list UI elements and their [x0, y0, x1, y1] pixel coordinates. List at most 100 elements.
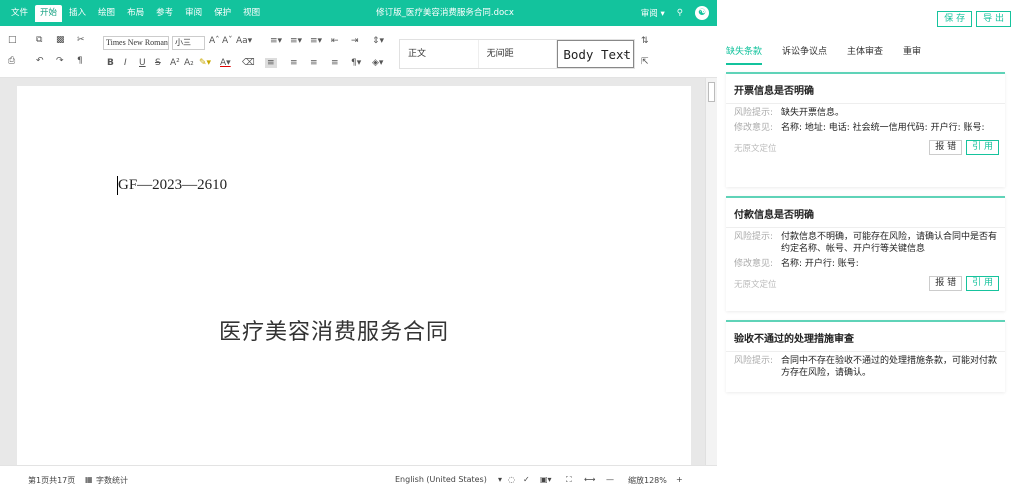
redo-icon[interactable]: ↷	[56, 56, 64, 66]
shrink-font-icon[interactable]: Aˇ	[222, 36, 233, 46]
shading-icon[interactable]: ◈▾	[372, 58, 383, 68]
bullet-list-icon[interactable]: ≡▾	[270, 36, 282, 46]
zoom-level[interactable]: 缩放128%	[628, 475, 667, 486]
tab-party-review[interactable]: 主体审查	[847, 44, 883, 65]
language-select[interactable]: English (United States)	[395, 475, 487, 484]
font-name-select[interactable]: Times New Roman	[103, 36, 169, 50]
font-size-select[interactable]: 小三	[172, 36, 205, 50]
document-page[interactable]	[17, 86, 691, 468]
location-hint: 无原文定位	[734, 280, 777, 290]
review-card: 验收不通过的处理措施审查 风险提示: 合同中不存在验收不通过的处理措施条款，可能…	[726, 320, 1005, 392]
title-bar: 文件 开始 插入 绘图 布局 参考 审阅 保护 视图 修订版_医疗美容消费服务合…	[0, 0, 717, 26]
suggestion-row: 修改意见: 名称: 地址: 电话: 社会统一信用代码: 开户行: 账号:	[726, 119, 1005, 134]
style-gallery-expand-icon[interactable]: ⌄	[616, 40, 635, 68]
clear-format-icon[interactable]: ⌫	[242, 58, 255, 68]
vertical-scrollbar[interactable]	[705, 78, 717, 465]
strikethrough-icon[interactable]: S	[155, 58, 161, 68]
align-right-icon[interactable]: ≡	[310, 58, 318, 68]
menu-view[interactable]: 视图	[238, 5, 265, 22]
subscript-icon[interactable]: A₂	[184, 58, 194, 68]
cite-button[interactable]: 引 用	[966, 140, 999, 155]
paragraph-mark-icon[interactable]: ¶▾	[351, 58, 361, 68]
align-center-icon[interactable]: ≡	[290, 58, 298, 68]
review-panel: 保 存 导 出 缺失条款 诉讼争议点 主体审查 重审 开票信息是否明确 风险提示…	[718, 0, 1027, 504]
contract-number[interactable]: GF—2023—2610	[118, 177, 227, 194]
risk-text: 缺失开票信息。	[781, 108, 845, 118]
undo-icon[interactable]: ↶	[36, 56, 44, 66]
menu-draw[interactable]: 绘图	[93, 5, 120, 22]
zoom-out-icon[interactable]: —	[606, 475, 614, 484]
language-dropdown-icon[interactable]: ▾	[498, 475, 502, 484]
menu-insert[interactable]: 插入	[64, 5, 91, 22]
suggestion-label: 修改意见:	[734, 259, 774, 269]
user-avatar-icon[interactable]: ☯	[695, 6, 709, 20]
decrease-indent-icon[interactable]: ⇤	[331, 36, 339, 46]
menu-home[interactable]: 开始	[35, 4, 63, 22]
risk-label: 风险提示:	[734, 108, 774, 118]
menu-layout[interactable]: 布局	[122, 5, 149, 22]
suggestion-text: 名称: 地址: 电话: 社会统一信用代码: 开户行: 账号:	[781, 123, 985, 133]
menu-review[interactable]: 审阅	[180, 5, 207, 22]
review-mode-button[interactable]: 审阅 ▾	[641, 7, 665, 19]
suggestion-row: 修改意见: 名称: 开户行: 账号:	[726, 255, 1005, 270]
menu-protect[interactable]: 保护	[209, 5, 236, 22]
cut-icon[interactable]: ✂	[77, 35, 85, 45]
paste-icon[interactable]: ▩	[56, 35, 65, 45]
save-icon[interactable]: □	[8, 35, 17, 45]
search-icon[interactable]: ⚲	[677, 8, 683, 18]
review-card: 付款信息是否明确 风险提示: 付款信息不明确，可能存在风险，请确认合同中是否有约…	[726, 196, 1005, 311]
report-error-button[interactable]: 报 错	[929, 140, 963, 155]
suggestion-label: 修改意见:	[734, 123, 774, 133]
superscript-icon[interactable]: A²	[170, 58, 180, 68]
menu-file[interactable]: 文件	[6, 5, 33, 22]
copy-icon[interactable]: ⧉	[36, 35, 42, 45]
tab-missing-clauses[interactable]: 缺失条款	[726, 44, 763, 65]
save-button[interactable]: 保 存	[937, 11, 973, 27]
cite-button[interactable]: 引 用	[966, 276, 999, 291]
tab-dispute-points[interactable]: 诉讼争议点	[782, 44, 827, 65]
card-title: 开票信息是否明确	[726, 74, 1005, 104]
italic-icon[interactable]: I	[124, 58, 127, 68]
report-error-button[interactable]: 报 错	[929, 276, 963, 291]
status-bar: 第1页共17页 ▦ 字数统计 English (United States) ▾…	[0, 465, 717, 504]
spellcheck-icon[interactable]: ✓	[523, 475, 530, 484]
risk-label: 风险提示:	[734, 356, 774, 366]
underline-icon[interactable]: U	[139, 58, 146, 68]
suggestion-text: 名称: 开户行: 账号:	[781, 259, 859, 269]
numbered-list-icon[interactable]: ≡▾	[290, 36, 302, 46]
highlight-icon[interactable]: ✎▾	[199, 58, 211, 68]
contract-title[interactable]: 医疗美容消费服务合同	[219, 314, 449, 346]
word-count-icon[interactable]: ▦	[85, 475, 93, 484]
view-mode-icon[interactable]: ▣▾	[540, 475, 552, 484]
font-color-icon[interactable]: A▾	[220, 58, 231, 68]
card-footer: 无原文定位 报 错 引 用	[726, 134, 1005, 162]
bold-icon[interactable]: B	[107, 58, 114, 68]
fullscreen-icon[interactable]: ⛶	[566, 475, 572, 485]
align-left-icon[interactable]: ≡	[265, 58, 277, 68]
find-replace-icon[interactable]: ⇅	[641, 36, 649, 46]
fit-width-icon[interactable]: ⟷	[584, 475, 595, 484]
style-gallery: 正文 无间距 Body Text	[399, 39, 635, 69]
style-no-spacing[interactable]: 无间距	[479, 40, 558, 68]
grow-font-icon[interactable]: Aˆ	[209, 36, 220, 46]
scrollbar-thumb[interactable]	[708, 82, 715, 102]
print-icon[interactable]: ⎙	[8, 56, 15, 66]
export-button[interactable]: 导 出	[976, 11, 1011, 27]
increase-indent-icon[interactable]: ⇥	[351, 36, 359, 46]
risk-row: 风险提示: 合同中不存在验收不通过的处理措施条款，可能对付款方存在风险，请确认。	[726, 352, 1005, 379]
format-painter-icon[interactable]: ¶	[77, 56, 83, 66]
multilevel-list-icon[interactable]: ≡▾	[310, 36, 322, 46]
justify-icon[interactable]: ≡	[331, 58, 339, 68]
ribbon-tabs: 文件 开始 插入 绘图 布局 参考 审阅 保护 视图	[6, 0, 267, 26]
select-icon[interactable]: ⇱	[641, 57, 649, 67]
line-spacing-icon[interactable]: ⇕▾	[372, 36, 384, 46]
risk-text: 付款信息不明确，可能存在风险，请确认合同中是否有约定名称、帐号、开户行等关键信息	[781, 232, 998, 254]
menu-references[interactable]: 参考	[151, 5, 178, 22]
word-count[interactable]: 字数统计	[96, 475, 128, 486]
page-indicator[interactable]: 第1页共17页	[28, 475, 75, 486]
tab-re-review[interactable]: 重审	[903, 44, 921, 65]
globe-icon[interactable]: ◌	[508, 475, 515, 484]
style-normal[interactable]: 正文	[400, 40, 479, 68]
change-case-icon[interactable]: Aa▾	[236, 36, 252, 46]
zoom-in-icon[interactable]: +	[676, 475, 683, 484]
